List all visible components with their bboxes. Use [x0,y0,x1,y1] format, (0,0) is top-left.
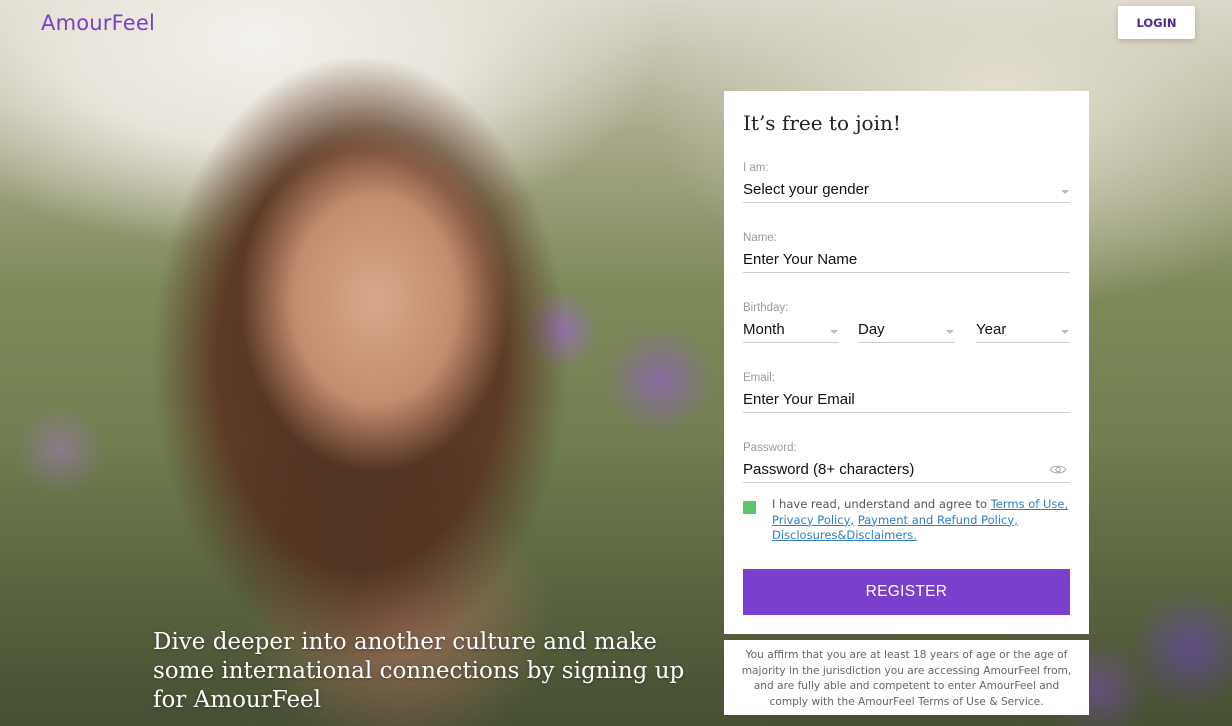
birthday-year-value: Year [976,321,1007,338]
form-title: It’s free to join! [743,111,901,135]
terms-text: I have read, understand and agree to Ter… [772,497,1069,544]
chevron-down-icon [830,330,838,334]
login-button[interactable]: LOGIN [1118,6,1195,39]
gender-field: I am: Select your gender [743,162,1070,203]
birthday-month-value: Month [743,321,785,338]
password-label: Password: [743,442,797,454]
name-input[interactable]: Enter Your Name [743,246,1070,273]
chevron-down-icon [1061,190,1069,194]
chevron-down-icon [946,330,954,334]
birthday-day-select[interactable]: Day [858,316,955,343]
register-button[interactable]: REGISTER [743,569,1070,615]
birthday-label: Birthday: [743,302,789,314]
chevron-down-icon [1061,330,1069,334]
hero-tagline: Dive deeper into another culture and mak… [153,629,685,713]
birthday-field: Birthday: Month Day Year [743,302,1070,344]
signup-form: It’s free to join! I am: Select your gen… [724,91,1089,634]
name-input-placeholder: Enter Your Name [743,251,858,268]
birthday-day-value: Day [858,321,885,338]
email-label: Email: [743,372,775,384]
age-disclaimer: You affirm that you are at least 18 year… [724,640,1089,715]
disclosures-link[interactable]: Disclosures&Disclaimers. [772,528,917,542]
terms-prefix: I have read, understand and agree to [772,497,991,511]
password-input[interactable]: Password (8+ characters) [743,456,1070,483]
birthday-month-select[interactable]: Month [743,316,839,343]
brand-logo[interactable]: AmourFeel [41,11,155,35]
name-field: Name: Enter Your Name [743,232,1070,273]
birthday-year-select[interactable]: Year [976,316,1070,343]
password-input-placeholder: Password (8+ characters) [743,461,915,478]
gender-select-value: Select your gender [743,181,869,198]
terms-of-use-link[interactable]: Terms of Use, [991,497,1068,511]
gender-label: I am: [743,162,769,174]
email-input[interactable]: Enter Your Email [743,386,1070,413]
name-label: Name: [743,232,777,244]
terms-agreement: I have read, understand and agree to Ter… [743,497,1069,544]
password-field: Password: Password (8+ characters) [743,442,1070,483]
email-input-placeholder: Enter Your Email [743,391,855,408]
payment-refund-link[interactable]: Payment and Refund Policy, [858,513,1018,527]
gender-select[interactable]: Select your gender [743,176,1070,203]
privacy-policy-link[interactable]: Privacy Policy, [772,513,854,527]
email-field: Email: Enter Your Email [743,372,1070,413]
eye-icon[interactable] [1049,464,1067,475]
terms-checkbox[interactable] [743,501,756,514]
